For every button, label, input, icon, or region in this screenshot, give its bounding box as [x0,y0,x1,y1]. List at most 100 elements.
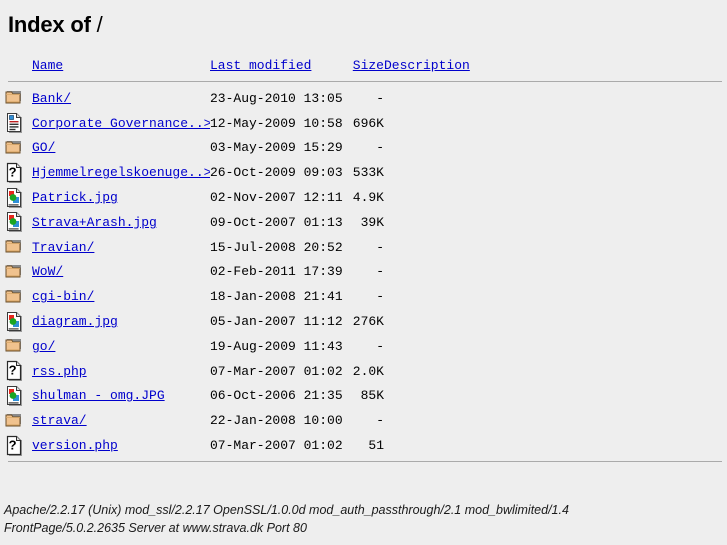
file-link[interactable]: go/ [32,339,55,354]
page-title: Index of / [0,0,727,38]
table-row: ? version.php 07-Mar-2007 01:02 51 [4,433,727,458]
unknown-icon: ? [5,435,25,457]
row-size: - [376,413,384,429]
image-icon [5,211,25,233]
table-row: Strava+Arash.jpg 09-Oct-2007 01:13 39K [4,210,727,235]
file-link[interactable]: strava/ [32,413,87,428]
header-rule-row [4,77,727,86]
table-row: strava/22-Jan-2008 10:00 - [4,408,727,433]
server-signature-line2: FrontPage/5.0.2.2635 Server at www.strav… [4,521,307,535]
header-last-modified: Last modified [210,58,340,77]
row-icon-cell [4,185,32,210]
row-last-modified: 02-Feb-2011 17:39 [210,264,343,280]
sort-by-description-link[interactable]: Description [384,58,470,73]
file-link[interactable]: Corporate Governance..> [32,116,210,131]
file-link[interactable]: Hjemmelregelskoenuge..> [32,165,210,180]
row-size: - [376,239,384,255]
folder-icon [5,137,25,159]
sort-by-name-link[interactable]: Name [32,58,63,73]
row-last-modified: 26-Oct-2009 09:03 [210,165,343,181]
table-row: ? rss.php 07-Mar-2007 01:02 2.0K [4,359,727,384]
file-link[interactable]: Strava+Arash.jpg [32,215,157,230]
table-row: Patrick.jpg 02-Nov-2007 12:11 4.9K [4,185,727,210]
file-link[interactable]: WoW/ [32,264,63,279]
file-link[interactable]: GO/ [32,140,55,155]
header-description: Description [384,58,727,77]
row-description [384,309,727,334]
table-row: Bank/23-Aug-2010 13:05 - [4,86,727,111]
row-size: 696K [352,115,384,131]
file-link[interactable]: Travian/ [32,240,94,255]
row-size: 39K [360,214,384,230]
sort-by-date-link[interactable]: Last modified [210,58,311,73]
row-last-modified: 23-Aug-2010 13:05 [210,90,343,106]
row-icon-cell [4,384,32,409]
row-last-modified: 05-Jan-2007 11:12 [210,314,343,330]
row-size: - [376,338,384,354]
table-row: cgi-bin/18-Jan-2008 21:41 - [4,284,727,309]
row-name-cell: rss.php [32,359,210,384]
folder-icon [5,87,25,109]
document-icon [5,112,25,134]
sort-by-size-link[interactable]: Size [353,58,384,73]
row-icon-cell [4,86,32,111]
header-rule-cell [4,77,727,86]
row-last-modified: 07-Mar-2007 01:02 [210,438,343,454]
table-row: Travian/15-Jul-2008 20:52 - [4,235,727,260]
row-name-cell: WoW/ [32,260,210,285]
row-icon-cell: ? [4,160,32,185]
footer-rule-cell [4,458,727,467]
header-size: Size [340,58,384,77]
row-name-cell: Patrick.jpg [32,185,210,210]
row-description [384,235,727,260]
row-description [384,185,727,210]
table-row: ? Hjemmelregelskoenuge..> 26-Oct-2009 09:0… [4,160,727,185]
file-link[interactable]: shulman - omg.JPG [32,388,165,403]
file-link[interactable]: Bank/ [32,91,71,106]
row-icon-cell [4,260,32,285]
svg-text:?: ? [9,363,17,378]
row-name-cell: shulman - omg.JPG [32,384,210,409]
footer-rule-row [4,458,727,467]
folder-icon [5,335,25,357]
row-size: - [376,264,384,280]
directory-rows: Bank/23-Aug-2010 13:05 - Corporate Governa… [4,86,727,458]
file-link[interactable]: version.php [32,438,118,453]
row-size: 51 [368,438,384,454]
row-name-cell: go/ [32,334,210,359]
file-link[interactable]: cgi-bin/ [32,289,94,304]
top-divider [8,80,722,83]
row-size: - [376,90,384,106]
row-last-modified: 15-Jul-2008 20:52 [210,239,343,255]
row-size: 276K [352,314,384,330]
row-description [384,284,727,309]
bottom-divider [8,461,722,463]
row-description [384,433,727,458]
row-last-modified: 12-May-2009 10:58 [210,115,343,131]
unknown-icon: ? [5,162,25,184]
file-link[interactable]: diagram.jpg [32,314,118,329]
folder-icon [5,410,25,432]
row-size: - [376,289,384,305]
row-last-modified: 18-Jan-2008 21:41 [210,289,343,305]
row-size: 533K [352,165,384,181]
row-description [384,86,727,111]
table-row: WoW/02-Feb-2011 17:39 - [4,260,727,285]
table-row: Corporate Governance..> 12-May-2009 10:58… [4,111,727,136]
folder-icon [5,236,25,258]
row-last-modified: 02-Nov-2007 12:11 [210,190,343,206]
row-last-modified: 19-Aug-2009 11:43 [210,338,343,354]
row-description [384,160,727,185]
row-name-cell: version.php [32,433,210,458]
row-description [384,111,727,136]
row-name-cell: cgi-bin/ [32,284,210,309]
row-last-modified: 09-Oct-2007 01:13 [210,214,343,230]
row-last-modified: 22-Jan-2008 10:00 [210,413,343,429]
directory-table: Name Last modified Size Description Bank… [4,58,727,467]
file-link[interactable]: rss.php [32,364,87,379]
row-icon-cell [4,111,32,136]
row-icon-cell [4,136,32,161]
svg-text:?: ? [9,437,17,452]
file-link[interactable]: Patrick.jpg [32,190,118,205]
row-description [384,384,727,409]
